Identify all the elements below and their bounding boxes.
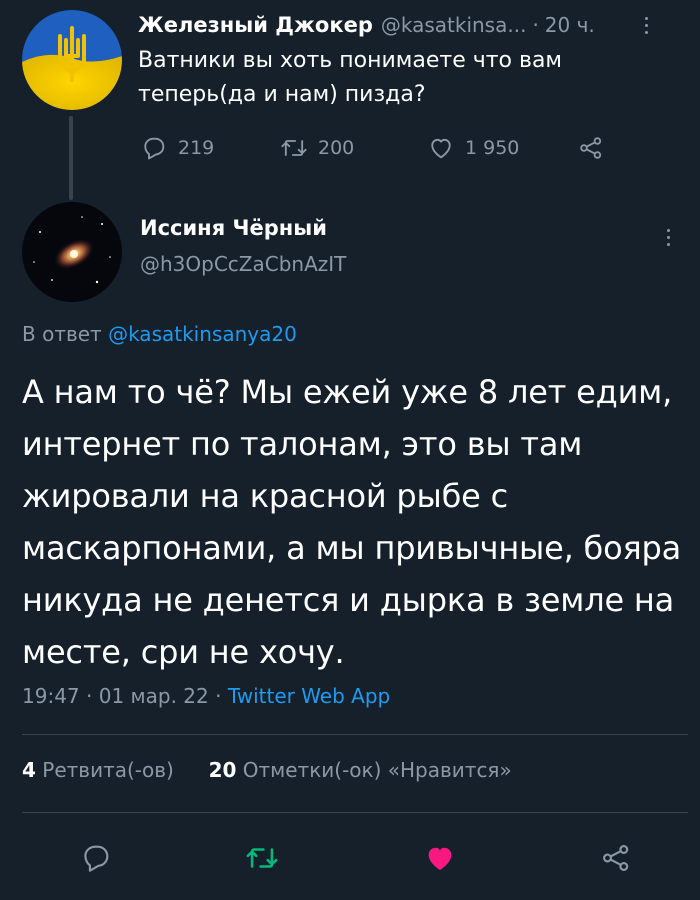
main-author-handle[interactable]: @h3OpCcZaCbnAzIT (140, 252, 346, 276)
retweet-icon (246, 848, 278, 868)
separator: · (215, 684, 222, 708)
retweet-button[interactable] (240, 836, 284, 880)
reply-button[interactable] (74, 836, 118, 880)
main-author-name[interactable]: Иссиня Чёрный (140, 216, 327, 240)
separator: · (86, 684, 93, 708)
like-button[interactable]: 1 950 (427, 134, 577, 162)
tweet-metadata: 19:47 · 01 мар. 22 · Twitter Web App (22, 684, 390, 708)
reply-icon (84, 845, 109, 872)
reply-mention-link[interactable]: @kasatkinsanya20 (108, 322, 297, 346)
heart-icon (431, 138, 451, 159)
parent-timestamp[interactable]: 20 ч. (545, 13, 595, 37)
main-avatar[interactable] (22, 202, 122, 302)
share-button[interactable] (594, 836, 638, 880)
reply-icon (144, 137, 165, 160)
thread-line (69, 116, 73, 200)
separator: · (532, 13, 539, 37)
heart-icon (428, 847, 452, 871)
like-button[interactable] (418, 836, 462, 880)
divider (22, 812, 688, 813)
more-icon[interactable] (660, 222, 676, 252)
retweet-icon (281, 140, 307, 156)
tweet-detail-page: Железный Джокер @kasatkinsa... · 20 ч. В… (0, 0, 700, 900)
like-count: 1 950 (465, 137, 520, 159)
parent-tweet-header: Железный Джокер @kasatkinsa... · 20 ч. (138, 8, 678, 42)
share-button[interactable] (577, 134, 615, 162)
reply-count: 219 (178, 137, 215, 159)
reply-button[interactable]: 219 (140, 134, 280, 162)
likes-stat[interactable]: 20 Отметки(-ок) «Нравится» (209, 758, 512, 782)
reply-context: В ответ @kasatkinsanya20 (22, 322, 297, 346)
more-icon[interactable] (638, 10, 654, 40)
like-total: 20 (208, 758, 237, 782)
parent-author-name[interactable]: Железный Джокер (138, 13, 373, 37)
share-icon (580, 137, 602, 159)
tweet-stats: 4 Ретвита(-ов) 20 Отметки(-ок) «Нравится… (22, 758, 512, 782)
retweet-stat-label: Ретвита(-ов) (42, 758, 174, 782)
tweet-source-link[interactable]: Twitter Web App (228, 684, 390, 708)
retweets-stat[interactable]: 4 Ретвита(-ов) (22, 758, 174, 782)
parent-tweet-text: Ватники вы хоть понимаете что вам теперь… (138, 48, 563, 107)
reply-label: В ответ (22, 322, 102, 346)
tweet-time[interactable]: 19:47 (22, 684, 80, 708)
main-tweet-text: А нам то чё? Мы ежей уже 8 лет едим, инт… (22, 373, 682, 671)
divider (22, 734, 688, 735)
retweet-total: 4 (22, 758, 36, 782)
retweet-button[interactable]: 200 (280, 134, 427, 162)
tweet-date[interactable]: 01 мар. 22 (99, 684, 209, 708)
like-stat-label: Отметки(-ок) «Нравится» (242, 758, 512, 782)
parent-action-bar: 219 200 1 950 (140, 130, 615, 166)
retweet-count: 200 (318, 137, 355, 159)
parent-author-handle[interactable]: @kasatkinsa... (381, 13, 527, 37)
main-action-bar (0, 836, 700, 880)
share-icon (603, 845, 629, 871)
parent-avatar[interactable] (22, 10, 122, 110)
